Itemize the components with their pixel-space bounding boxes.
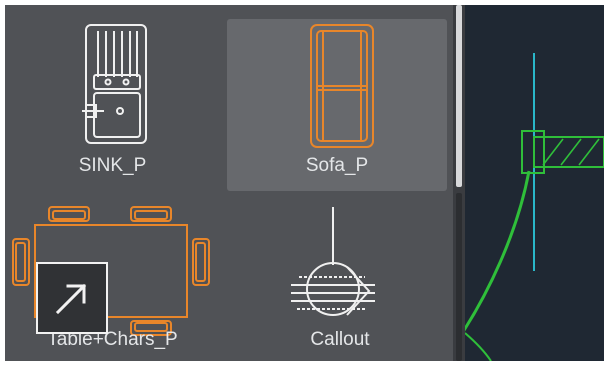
- palette-item-callout[interactable]: Callout: [235, 199, 445, 361]
- expand-arrow-icon: [55, 283, 87, 315]
- palette-item-label: SINK_P: [78, 155, 147, 176]
- scrollbar-track: [456, 5, 462, 187]
- drawing-canvas[interactable]: [465, 5, 604, 361]
- scrollbar-thumb[interactable]: [456, 193, 462, 361]
- palette-scrollbar[interactable]: [453, 5, 465, 361]
- palette-item-sofa[interactable]: Sofa_P: [227, 19, 447, 191]
- block-palette: SINK_P Sofa_P Table+Chars_P Callout: [5, 5, 453, 361]
- palette-item-label: Sofa_P: [305, 155, 369, 176]
- palette-item-label: Callout: [310, 329, 370, 350]
- expand-button[interactable]: [36, 262, 108, 334]
- tool-palette-window: SINK_P Sofa_P Table+Chars_P Callout: [5, 5, 604, 361]
- drawing-geometry: [465, 53, 604, 361]
- palette-item-sink[interactable]: SINK_P: [10, 17, 215, 192]
